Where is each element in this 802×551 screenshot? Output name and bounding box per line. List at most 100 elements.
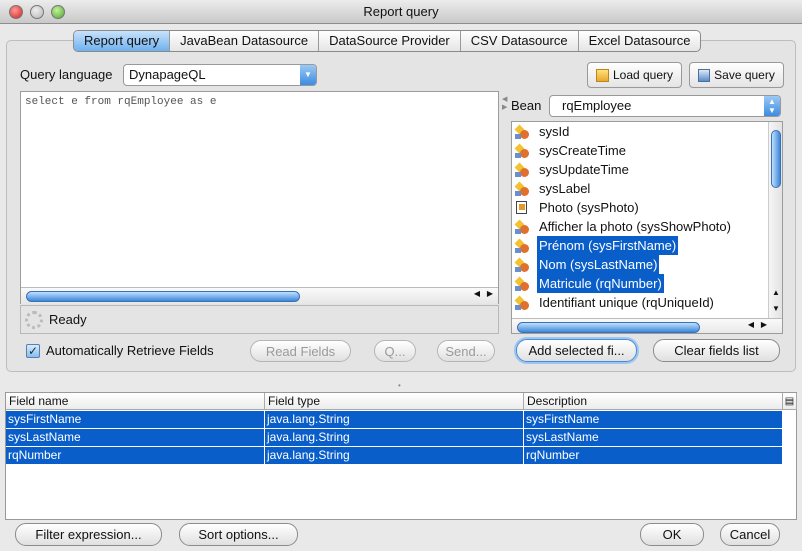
bean-property-label: Afficher la photo (sysShowPhoto) xyxy=(539,219,731,234)
bean-property-item[interactable]: Identifiant unique (rqUniqueId) xyxy=(512,293,782,312)
clear-fields-list-button[interactable]: Clear fields list xyxy=(653,339,780,362)
close-button[interactable] xyxy=(9,5,23,19)
fields-table: Field name Field type Description ▤ sysF… xyxy=(5,392,797,520)
query-language-select[interactable]: DynapageQL ▼ xyxy=(123,64,317,86)
scroll-left-icon[interactable]: ◀ xyxy=(748,320,754,329)
bean-property-item[interactable]: Nom (sysLastName) xyxy=(512,255,782,274)
bean-property-item[interactable]: sysUpdateTime xyxy=(512,160,782,179)
tab-bar: Report query JavaBean Datasource DataSou… xyxy=(73,30,702,52)
bean-property-label: sysUpdateTime xyxy=(539,162,629,177)
tab-csv-datasource[interactable]: CSV Datasource xyxy=(461,31,579,51)
sort-options-button[interactable]: Sort options... xyxy=(179,523,298,546)
splitter-handle[interactable]: • xyxy=(398,381,401,390)
column-header-field-type[interactable]: Field type xyxy=(265,393,524,410)
property-icon xyxy=(514,124,529,139)
bean-property-item[interactable]: sysId xyxy=(512,122,782,141)
scroll-thumb[interactable] xyxy=(517,322,700,333)
updown-arrows-icon: ▲ ▼ xyxy=(764,96,780,116)
bean-property-label: sysLabel xyxy=(539,181,591,196)
save-query-button[interactable]: Save query xyxy=(689,62,784,88)
scroll-left-icon[interactable]: ◀ xyxy=(474,289,480,298)
field-name-cell[interactable]: sysLastName xyxy=(6,429,265,446)
scroll-thumb[interactable] xyxy=(771,130,781,188)
tab-excel-datasource[interactable]: Excel Datasource xyxy=(579,31,701,51)
chevron-down-icon: ▼ xyxy=(300,65,316,85)
minimize-button[interactable] xyxy=(30,5,44,19)
bean-property-label: sysId xyxy=(539,124,570,139)
bean-property-item[interactable]: sysCreateTime xyxy=(512,141,782,160)
tab-datasource-provider[interactable]: DataSource Provider xyxy=(319,31,461,51)
bean-property-label: Matricule (rqNumber) xyxy=(537,274,664,293)
ok-button[interactable]: OK xyxy=(640,523,704,546)
read-fields-button[interactable]: Read Fields xyxy=(250,340,351,362)
property-icon xyxy=(514,276,529,291)
column-chooser-icon[interactable]: ▤ xyxy=(783,393,797,410)
q-button[interactable]: Q... xyxy=(374,340,416,362)
bean-label: Bean xyxy=(511,98,542,113)
bean-property-label: Identifiant unique (rqUniqueId) xyxy=(539,295,714,310)
bean-property-item[interactable]: Afficher la photo (sysShowPhoto) xyxy=(512,217,782,236)
tab-report-query[interactable]: Report query xyxy=(74,31,171,51)
description-cell[interactable]: sysLastName xyxy=(524,429,783,446)
send-button[interactable]: Send... xyxy=(437,340,495,362)
property-icon xyxy=(514,219,529,234)
bean-property-item[interactable]: Photo (sysPhoto) xyxy=(512,198,782,217)
save-disk-icon xyxy=(698,68,711,82)
auto-retrieve-checkbox-row[interactable]: ✓ Automatically Retrieve Fields xyxy=(26,343,214,358)
filter-expression-button[interactable]: Filter expression... xyxy=(15,523,162,546)
scroll-right-icon[interactable]: ▶ xyxy=(761,320,767,329)
window-title: Report query xyxy=(363,4,439,19)
cancel-button[interactable]: Cancel xyxy=(720,523,780,546)
status-bar: Ready xyxy=(20,305,499,334)
description-cell[interactable]: sysFirstName xyxy=(524,411,783,428)
scroll-right-icon[interactable]: ▶ xyxy=(487,289,493,298)
bean-property-item[interactable]: Matricule (rqNumber) xyxy=(512,274,782,293)
description-cell[interactable]: rqNumber xyxy=(524,447,783,464)
field-name-cell[interactable]: sysFirstName xyxy=(6,411,265,428)
property-icon xyxy=(514,257,529,272)
auto-retrieve-label: Automatically Retrieve Fields xyxy=(46,343,214,358)
table-row[interactable]: rqNumber java.lang.String rqNumber xyxy=(6,447,783,464)
title-bar: Report query xyxy=(0,0,802,24)
column-header-field-name[interactable]: Field name xyxy=(6,393,265,410)
property-icon xyxy=(514,162,529,177)
field-type-cell[interactable]: java.lang.String xyxy=(265,429,524,446)
add-selected-fields-button[interactable]: Add selected fi... xyxy=(516,339,637,362)
query-editor[interactable]: select e from rqEmployee as e xyxy=(20,91,499,304)
checkbox-checked-icon[interactable]: ✓ xyxy=(26,343,40,358)
query-horizontal-scrollbar[interactable]: ◀ ▶ xyxy=(21,287,498,304)
column-header-description[interactable]: Description xyxy=(524,393,783,410)
spinner-icon xyxy=(25,310,43,329)
bean-properties-list[interactable]: sysId sysCreateTime sysUpdateTime sysLabel P… xyxy=(511,121,783,334)
table-row[interactable]: sysFirstName java.lang.String sysFirstName xyxy=(6,411,783,428)
list-horizontal-scrollbar[interactable]: ◀ ▶ xyxy=(512,318,782,333)
table-row[interactable]: sysLastName java.lang.String sysLastName xyxy=(6,429,783,446)
scroll-thumb[interactable] xyxy=(26,291,300,302)
bean-value: rqEmployee xyxy=(562,98,632,113)
list-vertical-scrollbar[interactable]: ▲ ▼ xyxy=(768,122,782,318)
folder-icon xyxy=(595,68,609,82)
bean-property-label: sysCreateTime xyxy=(539,143,626,158)
bean-property-item[interactable]: Prénom (sysFirstName) xyxy=(512,236,782,255)
zoom-button[interactable] xyxy=(51,5,65,19)
save-query-label: Save query xyxy=(714,68,775,82)
bean-property-label: Prénom (sysFirstName) xyxy=(537,236,679,255)
query-text: select e from rqEmployee as e xyxy=(25,96,217,108)
splitter-arrows-icon[interactable]: ◀ ▶ xyxy=(502,95,507,111)
query-language-label: Query language xyxy=(20,67,113,82)
bean-select[interactable]: rqEmployee ▲ ▼ xyxy=(549,95,781,117)
property-icon xyxy=(514,238,529,253)
load-query-button[interactable]: Load query xyxy=(587,62,682,88)
tab-javabean-datasource[interactable]: JavaBean Datasource xyxy=(170,31,320,51)
bean-property-label: Photo (sysPhoto) xyxy=(539,200,639,215)
scroll-up-icon[interactable]: ▲ xyxy=(772,288,780,297)
field-type-cell[interactable]: java.lang.String xyxy=(265,411,524,428)
load-query-label: Load query xyxy=(612,68,674,82)
bean-property-item[interactable]: sysLabel xyxy=(512,179,782,198)
scroll-down-icon[interactable]: ▼ xyxy=(772,304,780,313)
field-type-cell[interactable]: java.lang.String xyxy=(265,447,524,464)
query-language-value: DynapageQL xyxy=(129,67,206,82)
field-name-cell[interactable]: rqNumber xyxy=(6,447,265,464)
image-property-icon xyxy=(515,200,529,215)
property-icon xyxy=(514,143,529,158)
